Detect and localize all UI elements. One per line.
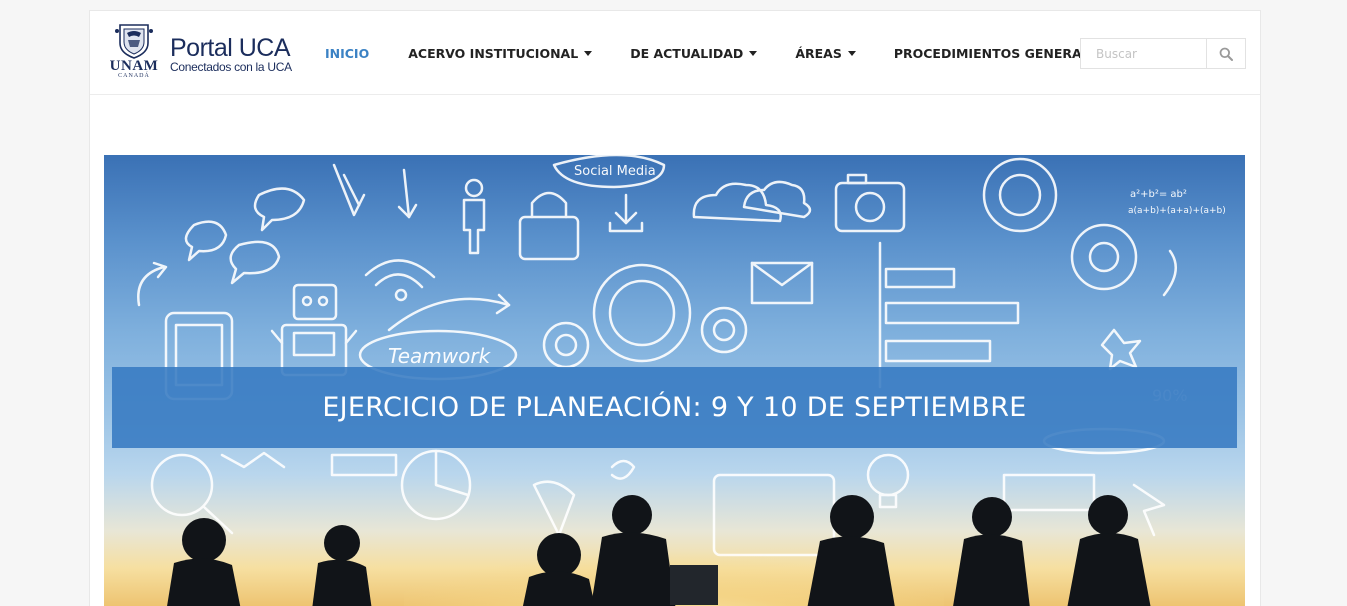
nav-item-label: ACERVO INSTITUCIONAL	[408, 45, 579, 61]
unam-wordmark: UNAM	[109, 58, 159, 74]
formula-text-2: a(a+b)+(a+a)+(a+b)	[1128, 206, 1226, 216]
nav-item-acervo-institucional[interactable]: ACERVO INSTITUCIONAL	[395, 46, 605, 61]
nav-item-label: DE ACTUALIDAD	[630, 45, 744, 61]
unam-sub-wordmark: CANADÁ	[118, 73, 150, 79]
caret-down-icon	[749, 50, 758, 56]
unam-shield-icon	[115, 24, 153, 59]
social-media-text: Social Media	[574, 164, 656, 179]
search-icon	[1219, 47, 1233, 61]
portal-logo[interactable]: UNAM CANADÁ Portal UCA Conectados con la…	[104, 21, 304, 87]
site-title: Portal UCA	[170, 33, 291, 62]
slide-caption-text: EJERCICIO DE PLANEACIÓN: 9 Y 10 DE SEPTI…	[322, 392, 1027, 423]
page-container: UNAM CANADÁ Portal UCA Conectados con la…	[89, 10, 1261, 606]
formula-text: a²+b²= ab²	[1130, 189, 1187, 200]
unam-crest: UNAM CANADÁ	[104, 23, 164, 85]
slide-caption[interactable]: EJERCICIO DE PLANEACIÓN: 9 Y 10 DE SEPTI…	[112, 367, 1237, 448]
caret-down-icon	[584, 50, 593, 56]
caret-down-icon	[847, 50, 856, 56]
nav-item-de-actualidad[interactable]: DE ACTUALIDAD	[617, 46, 770, 61]
nav-item-areas[interactable]: ÁREAS	[782, 46, 869, 61]
hero-banner[interactable]: a²+b²= ab² a(a+b)+(a+a)+(a+b) 90% Teamwo…	[104, 155, 1245, 606]
nav-item-inicio[interactable]: INICIO	[312, 46, 382, 61]
nav-item-label: INICIO	[325, 45, 370, 61]
brand-text: Portal UCA Conectados con la UCA	[170, 35, 292, 74]
search-box	[1080, 38, 1246, 69]
search-button[interactable]	[1206, 39, 1245, 68]
nav-item-label: ÁREAS	[795, 45, 842, 61]
main-nav: INICIO ACERVO INSTITUCIONAL DE ACTUALIDA…	[312, 11, 1120, 95]
nav-item-label: PROCEDIMIENTOS GENERALES	[893, 45, 1108, 61]
teamwork-text: Teamwork	[388, 344, 492, 368]
site-tagline: Conectados con la UCA	[170, 59, 292, 74]
search-input[interactable]	[1081, 39, 1206, 68]
site-header: UNAM CANADÁ Portal UCA Conectados con la…	[90, 11, 1260, 95]
